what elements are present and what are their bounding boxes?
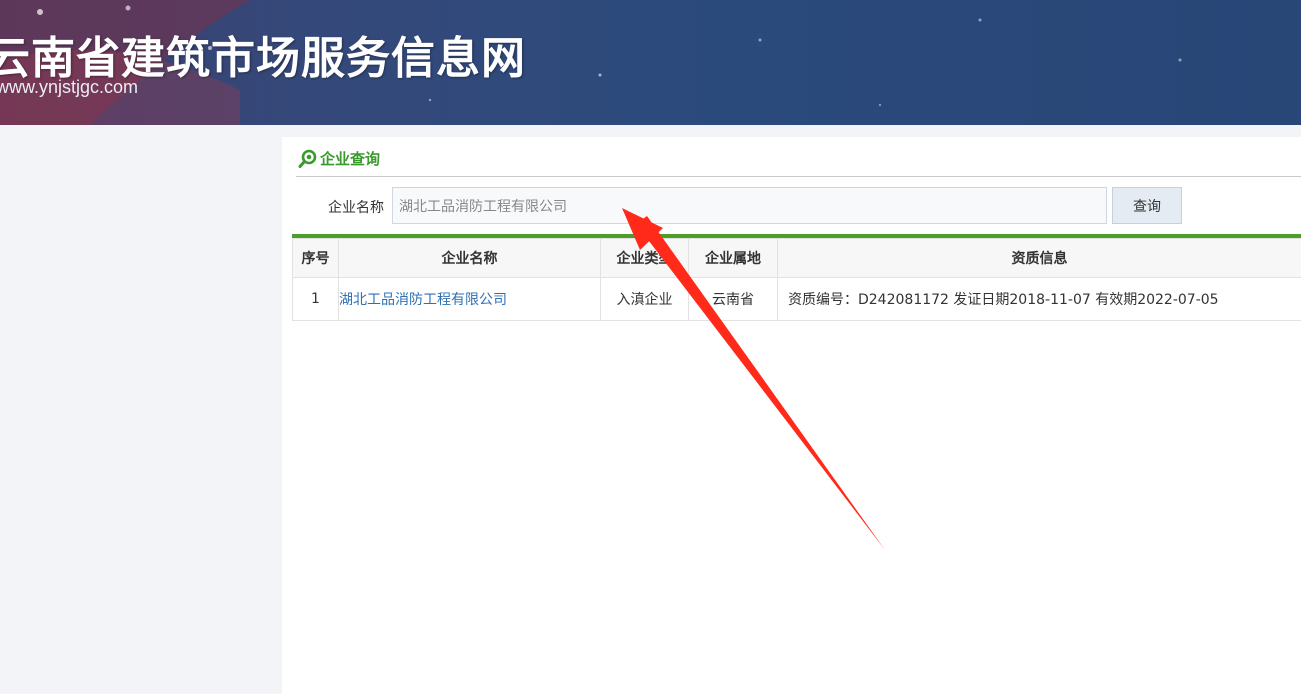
panel-title: 企业查询 <box>320 150 381 168</box>
site-url: www.ynjstjgc.com <box>0 77 139 97</box>
table-header-row: 序号 企业名称 企业类型 企业属地 资质信息 <box>292 238 1301 278</box>
company-location-cell: 云南省 <box>688 277 778 321</box>
row-index: 1 <box>292 277 339 321</box>
query-button[interactable]: 查询 <box>1112 187 1182 224</box>
enterprise-query-panel: 企业查询 企业名称 查询 序号 企业名称 企业类型 企业属地 资质信息 <box>282 137 1301 694</box>
results-table-container: 序号 企业名称 企业类型 企业属地 资质信息 1 湖北工品消防工程有限公司 入滇… <box>292 234 1301 321</box>
company-name-link[interactable]: 湖北工品消防工程有限公司 <box>340 292 508 308</box>
qualification-cell: 资质编号：D242081172 发证日期2018-11-07 有效期2022-0… <box>777 277 1301 321</box>
column-header-company-name: 企业名称 <box>338 238 601 278</box>
table-row: 1 湖北工品消防工程有限公司 入滇企业 云南省 资质编号：D242081172 … <box>292 277 1301 321</box>
column-header-index: 序号 <box>292 238 339 278</box>
company-name-cell: 湖北工品消防工程有限公司 <box>338 277 601 321</box>
results-table: 序号 企业名称 企业类型 企业属地 资质信息 1 湖北工品消防工程有限公司 入滇… <box>292 238 1301 321</box>
company-type-cell: 入滇企业 <box>600 277 689 321</box>
company-name-input[interactable] <box>392 187 1107 224</box>
search-form: 企业名称 查询 <box>282 187 1301 224</box>
panel-header: 企业查询 <box>296 145 1301 177</box>
column-header-company-type: 企业类型 <box>600 238 689 278</box>
column-header-location: 企业属地 <box>688 238 778 278</box>
search-icon <box>298 149 317 168</box>
column-header-qualification: 资质信息 <box>777 238 1301 278</box>
company-name-label: 企业名称 <box>328 200 384 216</box>
site-banner: 云南省建筑市场服务信息网 www.ynjstjgc.com <box>0 0 1301 125</box>
